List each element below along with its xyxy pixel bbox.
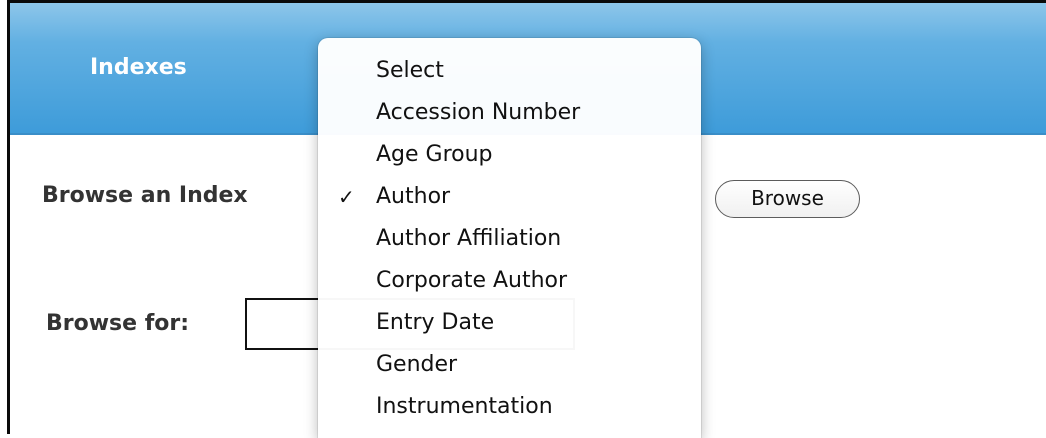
option-label: Instrumentation — [376, 394, 553, 419]
dropdown-option-author-affiliation[interactable]: Author Affiliation — [318, 218, 701, 260]
header-title: Indexes — [90, 55, 187, 80]
index-dropdown-menu[interactable]: Select Accession Number Age Group ✓ Auth… — [318, 38, 701, 438]
option-label: Entry Date — [376, 310, 495, 335]
dropdown-option-instrumentation[interactable]: Instrumentation — [318, 386, 701, 428]
option-label: Gender — [376, 352, 458, 377]
dropdown-option-entry-date[interactable]: Entry Date — [318, 302, 701, 344]
browse-button[interactable]: Browse — [715, 180, 860, 218]
option-label: Accession Number — [376, 100, 581, 125]
option-label: Corporate Author — [376, 268, 568, 293]
option-label: Select — [376, 58, 444, 83]
option-label: Author Affiliation — [376, 226, 562, 251]
browse-for-label: Browse for: — [46, 311, 190, 336]
dropdown-option-corporate-author[interactable]: Corporate Author — [318, 260, 701, 302]
dropdown-option-accession-number[interactable]: Accession Number — [318, 92, 701, 134]
option-label: Age Group — [376, 142, 493, 167]
browse-index-label: Browse an Index — [42, 183, 248, 208]
checkmark-icon: ✓ — [338, 185, 355, 209]
window-left-border — [0, 0, 10, 434]
dropdown-option-age-group[interactable]: Age Group — [318, 134, 701, 176]
dropdown-option-gender[interactable]: Gender — [318, 344, 701, 386]
dropdown-option-select[interactable]: Select — [318, 50, 701, 92]
dropdown-option-author[interactable]: ✓ Author — [318, 176, 701, 218]
option-label: Author — [376, 184, 451, 209]
dropdown-options-list: Select Accession Number Age Group ✓ Auth… — [318, 50, 701, 428]
page: Indexes Browse an Index Browse Browse fo… — [0, 0, 1046, 438]
